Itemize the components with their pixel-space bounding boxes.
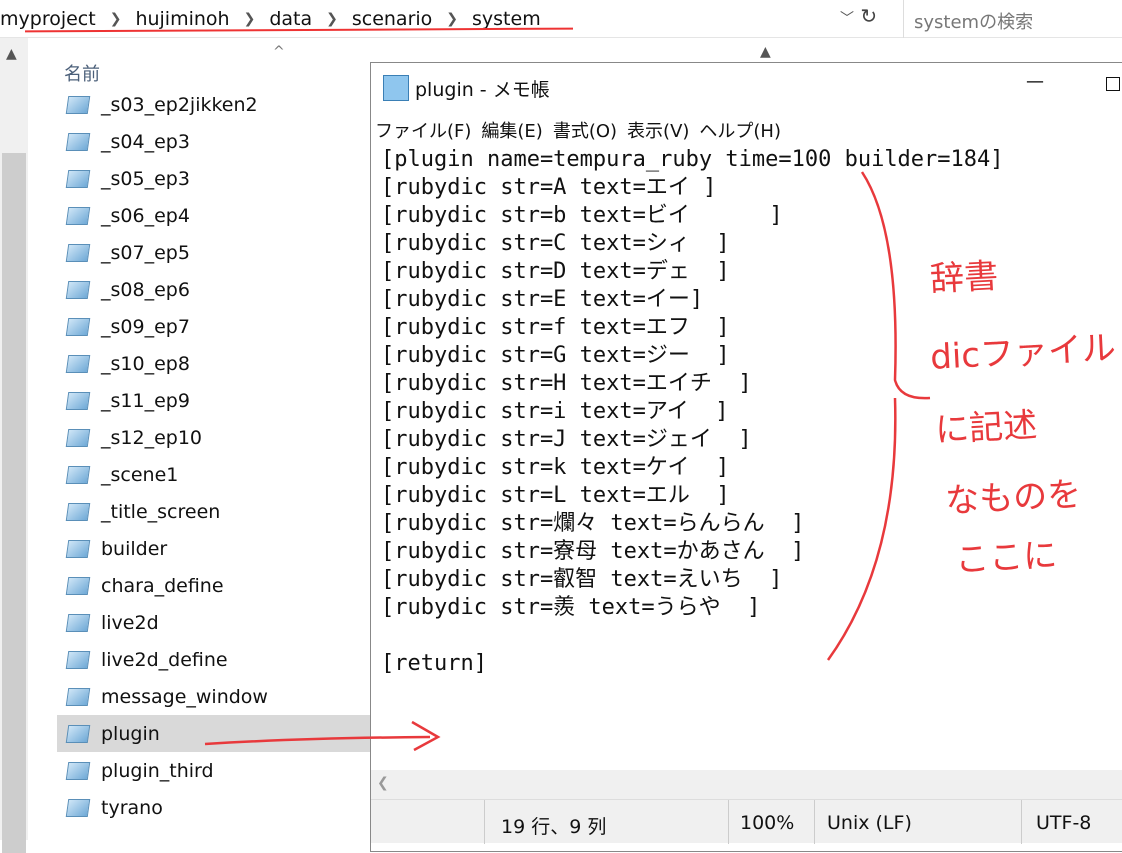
annotation-bracket	[826, 171, 931, 661]
annotation-text: 辞書	[929, 256, 1000, 300]
annotation-text: dicファイル	[929, 328, 1117, 378]
annotation-text: に記述	[934, 405, 1039, 451]
annotation-arrow	[204, 720, 441, 752]
annotation-text: なものを	[944, 474, 1083, 522]
annotation-text: ここに	[954, 535, 1059, 581]
